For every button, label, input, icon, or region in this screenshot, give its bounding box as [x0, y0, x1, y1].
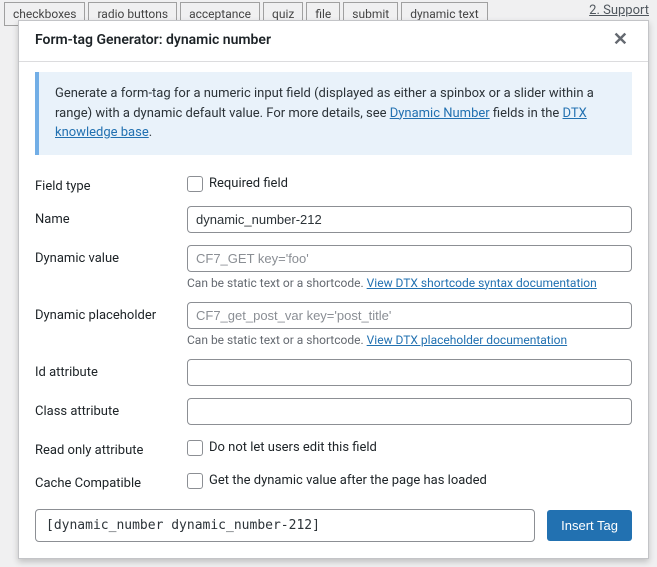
- id-attribute-label: Id attribute: [35, 359, 187, 380]
- modal-body: Generate a form-tag for a numeric input …: [19, 62, 648, 495]
- info-text-post: .: [149, 125, 152, 140]
- tag-output[interactable]: [35, 509, 535, 542]
- dynamic-placeholder-help: Can be static text or a shortcode. View …: [187, 333, 632, 347]
- readonly-label: Read only attribute: [35, 437, 187, 458]
- close-button[interactable]: ✕: [609, 29, 632, 51]
- cache-text: Get the dynamic value after the page has…: [209, 473, 487, 488]
- name-row: Name: [35, 206, 632, 233]
- readonly-row: Read only attribute Do not let users edi…: [35, 437, 632, 458]
- dtx-shortcode-link[interactable]: View DTX shortcode syntax documentation: [367, 276, 597, 290]
- required-label: Required field: [209, 176, 288, 191]
- dynamic-value-help: Can be static text or a shortcode. View …: [187, 276, 632, 290]
- readonly-checkbox[interactable]: [187, 440, 203, 456]
- dtx-placeholder-link[interactable]: View DTX placeholder documentation: [367, 333, 567, 347]
- name-label: Name: [35, 206, 187, 227]
- readonly-text: Do not let users edit this field: [209, 440, 377, 455]
- insert-tag-button[interactable]: Insert Tag: [547, 510, 632, 541]
- field-type-row: Field type Required field: [35, 173, 632, 194]
- dynamic-number-link[interactable]: Dynamic Number: [390, 106, 490, 121]
- cache-row: Cache Compatible Get the dynamic value a…: [35, 470, 632, 496]
- modal-title: Form-tag Generator: dynamic number: [35, 32, 271, 48]
- class-attribute-label: Class attribute: [35, 398, 187, 419]
- id-attribute-row: Id attribute: [35, 359, 632, 386]
- close-icon: ✕: [613, 29, 628, 50]
- cache-label: Cache Compatible: [35, 470, 187, 491]
- support-link[interactable]: 2. Support: [589, 3, 649, 18]
- dynamic-placeholder-input[interactable]: [187, 302, 632, 329]
- id-attribute-input[interactable]: [187, 359, 632, 386]
- class-attribute-input[interactable]: [187, 398, 632, 425]
- name-input[interactable]: [187, 206, 632, 233]
- form-tag-modal: Form-tag Generator: dynamic number ✕ Gen…: [18, 20, 649, 559]
- dynamic-placeholder-row: Dynamic placeholder Can be static text o…: [35, 302, 632, 347]
- info-box: Generate a form-tag for a numeric input …: [35, 72, 632, 155]
- cache-checkbox[interactable]: [187, 473, 203, 489]
- field-type-label: Field type: [35, 173, 187, 194]
- required-checkbox[interactable]: [187, 176, 203, 192]
- dynamic-placeholder-label: Dynamic placeholder: [35, 302, 187, 323]
- info-text-mid: fields in the: [490, 106, 563, 121]
- dynamic-value-row: Dynamic value Can be static text or a sh…: [35, 245, 632, 290]
- class-attribute-row: Class attribute: [35, 398, 632, 425]
- modal-footer: Insert Tag: [19, 495, 648, 558]
- dynamic-value-input[interactable]: [187, 245, 632, 272]
- dynamic-value-label: Dynamic value: [35, 245, 187, 266]
- modal-header: Form-tag Generator: dynamic number ✕: [19, 21, 648, 62]
